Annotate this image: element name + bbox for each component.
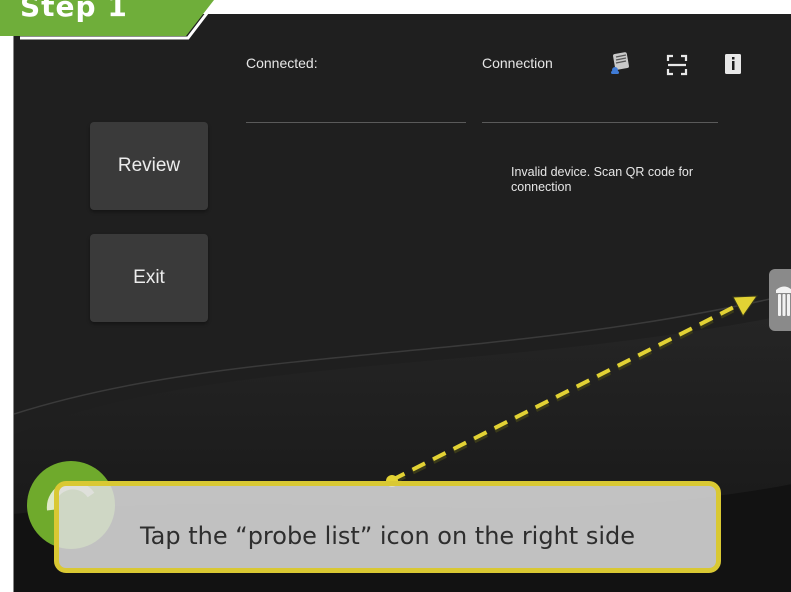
step-label: Step 1 [20, 0, 128, 23]
review-button[interactable]: Review [90, 122, 208, 210]
probe-list-tab[interactable] [769, 269, 791, 331]
info-icon[interactable] [721, 52, 745, 76]
connected-underline [246, 122, 466, 123]
tutorial-stage: Connected: Connection Review Exit Invali… [0, 0, 791, 592]
connection-label: Connection [482, 55, 553, 71]
status-message: Invalid device. Scan QR code for connect… [511, 165, 694, 194]
connected-label: Connected: [246, 55, 318, 71]
scan-qr-icon[interactable] [665, 53, 689, 77]
instruction-text: Tap the “probe list” icon on the right s… [139, 522, 636, 550]
instruction-callout: Tap the “probe list” icon on the right s… [54, 481, 721, 573]
probe-icon [776, 286, 791, 316]
step-banner: Step 1 [0, 0, 216, 42]
connection-underline [482, 122, 718, 123]
exit-button[interactable]: Exit [90, 234, 208, 322]
settings-icon[interactable] [608, 51, 632, 75]
